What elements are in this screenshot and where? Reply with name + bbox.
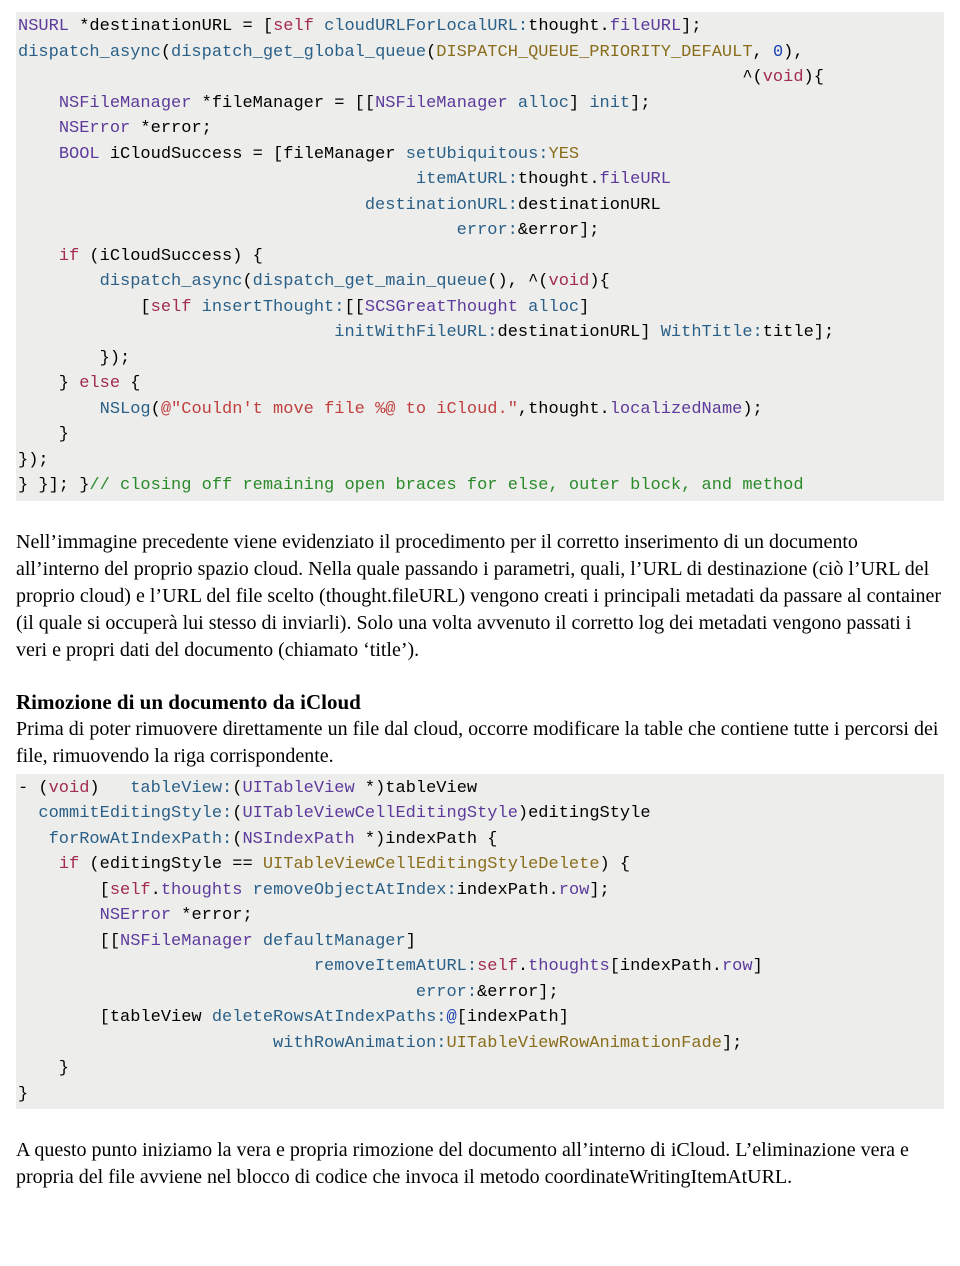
code-block-2: - (void) tableView:(UITableView *)tableV… <box>16 774 944 1110</box>
paragraph-1: Nell’immagine precedente viene evidenzia… <box>16 529 944 664</box>
code-block-1: NSURL *destinationURL = [self cloudURLFo… <box>16 12 944 501</box>
paragraph-2: Prima di poter rimuovere direttamente un… <box>16 716 944 770</box>
heading-remove-doc: Rimozione di un documento da iCloud <box>16 688 944 716</box>
paragraph-3: A questo punto iniziamo la vera e propri… <box>16 1137 944 1191</box>
